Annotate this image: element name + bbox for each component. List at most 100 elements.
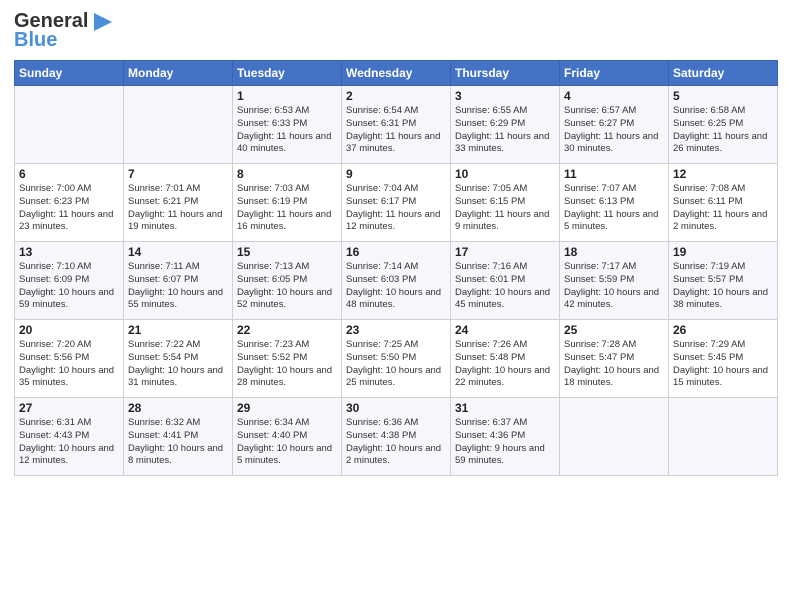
day-number: 5 [673, 89, 773, 103]
day-number: 12 [673, 167, 773, 181]
day-number: 19 [673, 245, 773, 259]
day-number: 26 [673, 323, 773, 337]
calendar-cell: 14 Sunrise: 7:11 AMSunset: 6:07 PMDayligh… [124, 242, 233, 320]
calendar-cell: 15 Sunrise: 7:13 AMSunset: 6:05 PMDayligh… [233, 242, 342, 320]
calendar-cell: 26Sunrise: 7:29 AMSunset: 5:45 PMDayligh… [669, 320, 778, 398]
day-info: Sunrise: 6:32 AMSunset: 4:41 PMDaylight:… [128, 417, 228, 468]
calendar-cell: 12 Sunrise: 7:08 AMSunset: 6:11 PMDayligh… [669, 164, 778, 242]
calendar-day-header: Wednesday [342, 61, 451, 86]
calendar-cell: 22Sunrise: 7:23 AMSunset: 5:52 PMDayligh… [233, 320, 342, 398]
day-number: 13 [19, 245, 119, 259]
day-number: 1 [237, 89, 337, 103]
day-number: 7 [128, 167, 228, 181]
day-number: 18 [564, 245, 664, 259]
day-info: Sunrise: 7:10 AMSunset: 6:09 PMDaylight:… [19, 261, 119, 312]
day-number: 29 [237, 401, 337, 415]
day-info: Sunrise: 6:58 AMSunset: 6:25 PMDaylight:… [673, 105, 773, 156]
day-number: 3 [455, 89, 555, 103]
day-number: 9 [346, 167, 446, 181]
calendar-cell: 9 Sunrise: 7:04 AMSunset: 6:17 PMDaylight… [342, 164, 451, 242]
day-info: Sunrise: 7:16 AMSunset: 6:01 PMDaylight:… [455, 261, 555, 312]
calendar-cell [15, 86, 124, 164]
calendar-day-header: Monday [124, 61, 233, 86]
day-info: Sunrise: 7:05 AMSunset: 6:15 PMDaylight:… [455, 183, 555, 234]
calendar-week-row: 1Sunrise: 6:53 AMSunset: 6:33 PMDaylight… [15, 86, 778, 164]
day-number: 24 [455, 323, 555, 337]
calendar-cell: 16 Sunrise: 7:14 AMSunset: 6:03 PMDayligh… [342, 242, 451, 320]
calendar-cell: 1Sunrise: 6:53 AMSunset: 6:33 PMDaylight… [233, 86, 342, 164]
day-info: Sunrise: 7:04 AMSunset: 6:17 PMDaylight:… [346, 183, 446, 234]
calendar-cell: 2 Sunrise: 6:54 AMSunset: 6:31 PMDaylight… [342, 86, 451, 164]
calendar-cell: 21Sunrise: 7:22 AMSunset: 5:54 PMDayligh… [124, 320, 233, 398]
calendar-cell: 5 Sunrise: 6:58 AMSunset: 6:25 PMDaylight… [669, 86, 778, 164]
calendar-cell: 31 Sunrise: 6:37 AMSunset: 4:36 PMDayligh… [451, 398, 560, 476]
day-info: Sunrise: 7:13 AMSunset: 6:05 PMDaylight:… [237, 261, 337, 312]
day-number: 14 [128, 245, 228, 259]
day-info: Sunrise: 7:00 AMSunset: 6:23 PMDaylight:… [19, 183, 119, 234]
logo-arrow-icon [90, 13, 112, 31]
calendar-week-row: 20Sunrise: 7:20 AMSunset: 5:56 PMDayligh… [15, 320, 778, 398]
page-container: General Blue SundayMondayTuesdayWednesda… [0, 0, 792, 484]
calendar-cell: 17Sunrise: 7:16 AMSunset: 6:01 PMDayligh… [451, 242, 560, 320]
calendar-cell [669, 398, 778, 476]
day-number: 4 [564, 89, 664, 103]
calendar-cell: 20Sunrise: 7:20 AMSunset: 5:56 PMDayligh… [15, 320, 124, 398]
day-number: 10 [455, 167, 555, 181]
logo-blue: Blue [14, 29, 57, 52]
calendar-cell: 24 Sunrise: 7:26 AMSunset: 5:48 PMDayligh… [451, 320, 560, 398]
day-info: Sunrise: 7:08 AMSunset: 6:11 PMDaylight:… [673, 183, 773, 234]
day-number: 20 [19, 323, 119, 337]
day-number: 16 [346, 245, 446, 259]
calendar-cell: 23 Sunrise: 7:25 AMSunset: 5:50 PMDayligh… [342, 320, 451, 398]
day-number: 21 [128, 323, 228, 337]
day-number: 8 [237, 167, 337, 181]
calendar-week-row: 6Sunrise: 7:00 AMSunset: 6:23 PMDaylight… [15, 164, 778, 242]
calendar-day-header: Sunday [15, 61, 124, 86]
calendar-cell: 8 Sunrise: 7:03 AMSunset: 6:19 PMDaylight… [233, 164, 342, 242]
day-info: Sunrise: 6:55 AMSunset: 6:29 PMDaylight:… [455, 105, 555, 156]
day-number: 31 [455, 401, 555, 415]
day-number: 11 [564, 167, 664, 181]
calendar-day-header: Tuesday [233, 61, 342, 86]
calendar-cell: 7 Sunrise: 7:01 AMSunset: 6:21 PMDaylight… [124, 164, 233, 242]
day-info: Sunrise: 6:37 AMSunset: 4:36 PMDaylight:… [455, 417, 555, 468]
day-info: Sunrise: 7:26 AMSunset: 5:48 PMDaylight:… [455, 339, 555, 390]
calendar-cell: 25 Sunrise: 7:28 AMSunset: 5:47 PMDayligh… [560, 320, 669, 398]
calendar-cell: 4 Sunrise: 6:57 AMSunset: 6:27 PMDaylight… [560, 86, 669, 164]
day-number: 27 [19, 401, 119, 415]
day-number: 22 [237, 323, 337, 337]
calendar-table: SundayMondayTuesdayWednesdayThursdayFrid… [14, 60, 778, 476]
day-number: 15 [237, 245, 337, 259]
calendar-day-header: Friday [560, 61, 669, 86]
day-info: Sunrise: 7:01 AMSunset: 6:21 PMDaylight:… [128, 183, 228, 234]
calendar-cell: 18Sunrise: 7:17 AMSunset: 5:59 PMDayligh… [560, 242, 669, 320]
logo: General Blue [14, 10, 112, 52]
day-info: Sunrise: 7:03 AMSunset: 6:19 PMDaylight:… [237, 183, 337, 234]
day-info: Sunrise: 7:19 AMSunset: 5:57 PMDaylight:… [673, 261, 773, 312]
day-info: Sunrise: 7:14 AMSunset: 6:03 PMDaylight:… [346, 261, 446, 312]
day-info: Sunrise: 6:36 AMSunset: 4:38 PMDaylight:… [346, 417, 446, 468]
day-number: 25 [564, 323, 664, 337]
calendar-cell [124, 86, 233, 164]
day-number: 30 [346, 401, 446, 415]
calendar-header-row: SundayMondayTuesdayWednesdayThursdayFrid… [15, 61, 778, 86]
calendar-cell: 3 Sunrise: 6:55 AMSunset: 6:29 PMDaylight… [451, 86, 560, 164]
day-info: Sunrise: 7:28 AMSunset: 5:47 PMDaylight:… [564, 339, 664, 390]
calendar-cell: 19 Sunrise: 7:19 AMSunset: 5:57 PMDayligh… [669, 242, 778, 320]
calendar-cell: 29Sunrise: 6:34 AMSunset: 4:40 PMDayligh… [233, 398, 342, 476]
day-info: Sunrise: 7:11 AMSunset: 6:07 PMDaylight:… [128, 261, 228, 312]
day-info: Sunrise: 6:57 AMSunset: 6:27 PMDaylight:… [564, 105, 664, 156]
day-number: 2 [346, 89, 446, 103]
calendar-day-header: Saturday [669, 61, 778, 86]
calendar-week-row: 13 Sunrise: 7:10 AMSunset: 6:09 PMDayligh… [15, 242, 778, 320]
day-number: 23 [346, 323, 446, 337]
day-info: Sunrise: 7:07 AMSunset: 6:13 PMDaylight:… [564, 183, 664, 234]
calendar-cell: 6Sunrise: 7:00 AMSunset: 6:23 PMDaylight… [15, 164, 124, 242]
calendar-cell: 10 Sunrise: 7:05 AMSunset: 6:15 PMDayligh… [451, 164, 560, 242]
day-info: Sunrise: 7:25 AMSunset: 5:50 PMDaylight:… [346, 339, 446, 390]
calendar-week-row: 27Sunrise: 6:31 AMSunset: 4:43 PMDayligh… [15, 398, 778, 476]
calendar-cell: 27Sunrise: 6:31 AMSunset: 4:43 PMDayligh… [15, 398, 124, 476]
calendar-cell: 13 Sunrise: 7:10 AMSunset: 6:09 PMDayligh… [15, 242, 124, 320]
calendar-cell [560, 398, 669, 476]
day-info: Sunrise: 6:54 AMSunset: 6:31 PMDaylight:… [346, 105, 446, 156]
